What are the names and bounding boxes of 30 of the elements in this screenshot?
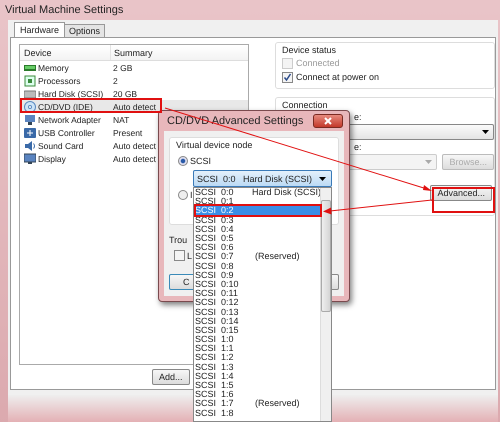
table-cell: Network Adapter <box>38 114 101 124</box>
table-cell-text: 2 GB <box>112 62 132 74</box>
table-cell-text: Auto detect <box>112 152 156 165</box>
table-cell: Hard Disk (SCSI) <box>38 88 104 98</box>
table-cell-text: Auto detect <box>112 140 156 152</box>
checkbox-label: Connected <box>296 58 340 68</box>
field-label: e: <box>354 112 363 122</box>
group-title: Device status <box>282 45 338 55</box>
table-cell: CD/DVD (IDE) <box>38 102 93 112</box>
group-title: Virtual device node <box>176 140 254 150</box>
table-cell: USB Controller <box>38 128 95 138</box>
dialog-title: CD/DVD Advanced Settings <box>167 115 304 127</box>
radio-label: I <box>190 190 193 200</box>
table-cell: Processors <box>38 76 81 86</box>
field-label: e: <box>354 142 363 152</box>
checkbox-label: Connect at power on <box>296 72 380 82</box>
table-cell: Display <box>38 154 66 164</box>
table-cell-text: Present <box>112 126 142 139</box>
window-title: Virtual Machine Settings <box>5 4 124 16</box>
radio-label: SCSI <box>190 156 212 166</box>
group-title: Trou <box>169 235 188 245</box>
table-cell: Memory <box>38 62 69 72</box>
table-cell: Sound Card <box>38 140 84 150</box>
table-cell-text: 2 <box>112 74 118 87</box>
checkbox-label: L <box>187 250 192 260</box>
table-cell-text: NAT <box>112 114 130 126</box>
table-cell-text: 20 GB <box>112 88 138 100</box>
table-cell-text: Auto detect <box>112 100 156 113</box>
selected-value: SCSI 0:0 Hard Disk (SCSI) <box>197 174 312 184</box>
group-title: Connection <box>282 100 329 110</box>
